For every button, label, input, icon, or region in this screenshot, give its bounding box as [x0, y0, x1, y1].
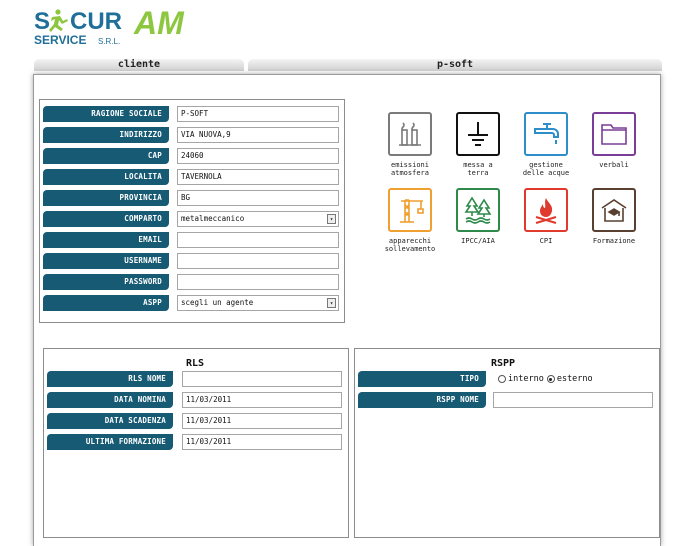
- chevron-down-icon[interactable]: ▾: [327, 214, 336, 224]
- module-verbali[interactable]: verbali: [579, 112, 649, 169]
- svg-text:S: S: [34, 8, 50, 35]
- main-panel: RAGIONE SOCIALE P-SOFT INDIRIZZO VIA NUOVA,…: [33, 74, 661, 546]
- rls-nome-input[interactable]: [182, 371, 342, 387]
- localita-value: TAVERNOLA: [181, 172, 222, 181]
- localita-input[interactable]: TAVERNOLA: [177, 169, 339, 185]
- rls-title: RLS: [186, 358, 205, 369]
- data-nomina-input[interactable]: 11/03/2011: [182, 392, 342, 408]
- username-input[interactable]: [177, 253, 339, 269]
- school-icon[interactable]: [592, 188, 636, 232]
- ultima-formazione-input[interactable]: 11/03/2011: [182, 434, 342, 450]
- radio-esterno-label: esterno: [556, 374, 593, 384]
- module-messa-a-terra[interactable]: messa a terra: [443, 112, 513, 177]
- indirizzo-input[interactable]: VIA NUOVA,9: [177, 127, 339, 143]
- module-label: messa a terra: [463, 161, 493, 177]
- rspp-nome-label: RSPP NOME: [358, 392, 486, 408]
- password-label: PASSWORD: [43, 274, 169, 290]
- ragione-sociale-value: P-SOFT: [181, 109, 209, 118]
- crane-icon[interactable]: [388, 188, 432, 232]
- rspp-tipo-label: TIPO: [358, 371, 486, 387]
- comparto-value: metalmeccanico: [181, 214, 245, 223]
- username-label: USERNAME: [43, 253, 169, 269]
- ground-icon[interactable]: [456, 112, 500, 156]
- provincia-label: PROVINCIA: [43, 190, 169, 206]
- radio-interno-label: interno: [508, 374, 544, 384]
- cap-label: CAP: [43, 148, 169, 164]
- indirizzo-value: VIA NUOVA,9: [181, 130, 231, 139]
- module-label: apparecchi sollevamento: [384, 237, 436, 253]
- faucet-icon[interactable]: [524, 112, 568, 156]
- data-scadenza-label: DATA SCADENZA: [47, 413, 173, 429]
- tab-cliente[interactable]: cliente: [34, 59, 244, 71]
- tab-p-soft[interactable]: p-soft: [248, 59, 662, 71]
- ultima-formazione-label: ULTIMA FORMAZIONE: [47, 434, 173, 450]
- svg-text:SERVICE: SERVICE: [34, 33, 86, 47]
- module-label: verbali: [599, 161, 629, 169]
- comparto-select[interactable]: metalmeccanico ▾: [177, 211, 339, 227]
- password-input[interactable]: [177, 274, 339, 290]
- logo: S CUR AM SERVICE S.R.L.: [34, 5, 219, 47]
- chimneys-icon[interactable]: [388, 112, 432, 156]
- module-label: CPI: [539, 237, 553, 245]
- localita-label: LOCALITA: [43, 169, 169, 185]
- forest-icon[interactable]: [456, 188, 500, 232]
- comparto-label: COMPARTO: [43, 211, 169, 227]
- svg-text:CUR: CUR: [70, 8, 122, 35]
- folder-icon[interactable]: [592, 112, 636, 156]
- rspp-tipo-radio-group: interno esterno: [498, 374, 593, 384]
- data-nomina-label: DATA NOMINA: [47, 392, 173, 408]
- module-label: IPCC/AIA: [461, 237, 495, 245]
- module-label: emissioni atmosfera: [391, 161, 429, 177]
- cap-input[interactable]: 24060: [177, 148, 339, 164]
- module-apparecchi-sollevamento[interactable]: apparecchi sollevamento: [375, 188, 445, 253]
- module-cpi[interactable]: CPI: [511, 188, 581, 245]
- module-label: gestione delle acque: [522, 161, 570, 177]
- rspp-title: RSPP: [491, 358, 516, 369]
- runner-icon: [49, 9, 68, 32]
- email-input[interactable]: [177, 232, 339, 248]
- ragione-sociale-label: RAGIONE SOCIALE: [43, 106, 169, 122]
- rls-form: RLS RLS NOME DATA NOMINA 11/03/2011 DATA SC…: [43, 348, 349, 538]
- module-ipcc-aia[interactable]: IPCC/AIA: [443, 188, 513, 245]
- module-formazione[interactable]: Formazione: [579, 188, 649, 245]
- aspp-select[interactable]: scegli un agente ▾: [177, 295, 339, 311]
- provincia-input[interactable]: BG: [177, 190, 339, 206]
- radio-esterno[interactable]: [546, 375, 555, 383]
- chevron-down-icon[interactable]: ▾: [327, 298, 336, 308]
- cap-value: 24060: [181, 151, 204, 160]
- aspp-label: ASPP: [43, 295, 169, 311]
- rspp-form: RSPP TIPO interno esterno RSPP NOME: [354, 348, 660, 538]
- indirizzo-label: INDIRIZZO: [43, 127, 169, 143]
- provincia-value: BG: [181, 193, 191, 202]
- company-form: RAGIONE SOCIALE P-SOFT INDIRIZZO VIA NUOVA,…: [39, 99, 345, 323]
- aspp-value: scegli un agente: [181, 298, 254, 307]
- ragione-sociale-input[interactable]: P-SOFT: [177, 106, 339, 122]
- rspp-nome-input[interactable]: [493, 392, 653, 408]
- module-emissioni-atmosfera[interactable]: emissioni atmosfera: [375, 112, 445, 177]
- module-gestione-delle-acque[interactable]: gestione delle acque: [511, 112, 581, 177]
- fire-icon[interactable]: [524, 188, 568, 232]
- svg-text:AM: AM: [133, 7, 185, 41]
- module-label: Formazione: [592, 237, 636, 245]
- radio-interno[interactable]: [498, 375, 506, 383]
- svg-text:S.R.L.: S.R.L.: [98, 37, 120, 46]
- email-label: EMAIL: [43, 232, 169, 248]
- rls-nome-label: RLS NOME: [47, 371, 173, 387]
- data-scadenza-input[interactable]: 11/03/2011: [182, 413, 342, 429]
